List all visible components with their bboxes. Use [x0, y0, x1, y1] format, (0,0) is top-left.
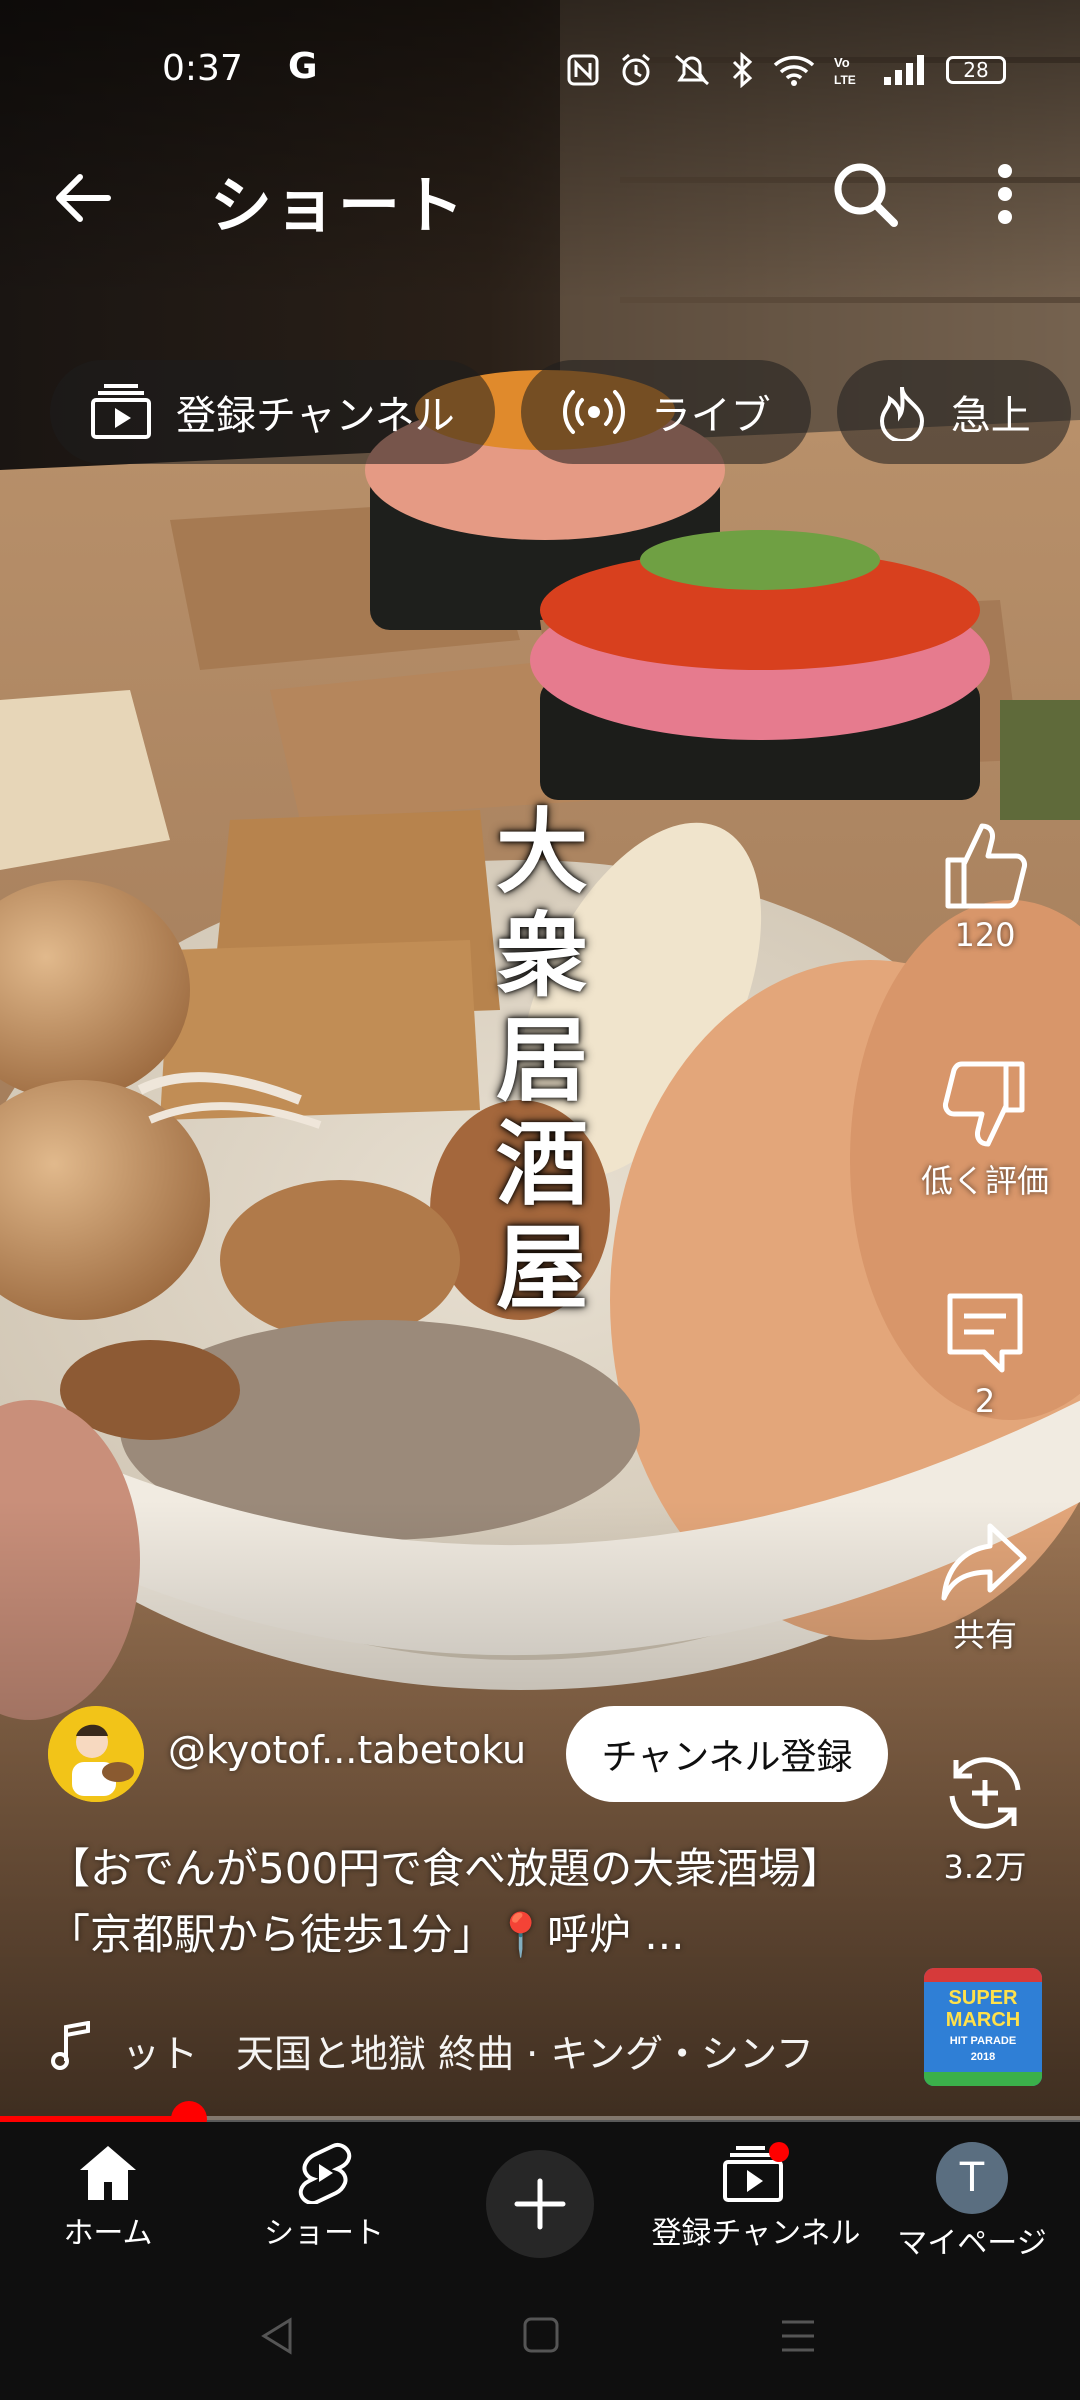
subscriptions-icon: [91, 384, 151, 439]
chip-label: ライブ: [650, 393, 771, 439]
chip-subscriptions[interactable]: 登録チャンネル: [50, 360, 495, 464]
signal-icon: [882, 53, 928, 87]
remix-button[interactable]: 3.2万: [900, 1750, 1070, 1888]
music-row[interactable]: ット 天国と地獄 終曲 · キング・シンフ: [50, 2020, 900, 2080]
bottom-navigation: ホーム ショート 登録チャンネル T マイページ: [0, 2122, 1080, 2272]
bluetooth-icon: [730, 52, 754, 88]
chip-label: 登録チャンネル: [176, 393, 455, 439]
video-overlay-title: 大 衆 居 酒 屋: [482, 800, 602, 1320]
subscriptions-icon: [723, 2142, 789, 2202]
live-icon: [562, 390, 625, 434]
nav-shorts[interactable]: ショート: [216, 2142, 432, 2252]
battery-icon: 28: [946, 56, 1006, 84]
alarm-icon: [618, 52, 654, 88]
overlay-char: 酒: [495, 1110, 588, 1218]
thumbs-up-icon: [945, 823, 1027, 909]
overlay-char: 大: [495, 798, 588, 906]
dislike-button[interactable]: 低く評価: [900, 1060, 1070, 1202]
nav-label: 登録チャンネル: [651, 2216, 861, 2251]
thumbnail-line: HIT PARADE: [950, 2035, 1016, 2047]
share-icon: [941, 1523, 1027, 1601]
comment-icon: [947, 1293, 1023, 1373]
thumbs-down-icon: [943, 1061, 1025, 1147]
create-button[interactable]: [486, 2150, 594, 2258]
dislike-label: 低く評価: [920, 1162, 1049, 1200]
search-icon[interactable]: [830, 159, 900, 229]
svg-text:Vo: Vo: [834, 55, 850, 70]
channel-handle[interactable]: @kyotof...tabetoku: [168, 1728, 526, 1772]
nav-subscriptions[interactable]: 登録チャンネル: [648, 2142, 864, 2252]
avatar-icon: T: [936, 2142, 1008, 2214]
nav-my-page[interactable]: T マイページ: [864, 2142, 1080, 2262]
home-icon: [80, 2146, 136, 2200]
remix-count: 3.2万: [943, 1848, 1027, 1886]
trending-icon: [879, 386, 924, 441]
create-plus-icon: [514, 2178, 566, 2230]
chip-trending[interactable]: 急上: [836, 360, 1071, 464]
nav-label: マイページ: [897, 2226, 1047, 2261]
share-button[interactable]: 共有: [900, 1520, 1070, 1656]
nfc-icon: [566, 53, 600, 87]
overlay-char: 居: [495, 1006, 588, 1114]
thumbnail-line: 2018: [971, 2051, 995, 2063]
like-count: 120: [954, 916, 1016, 954]
wifi-icon: [772, 53, 816, 87]
status-bar: 0:37 G Vo LTE 28: [0, 0, 1080, 145]
system-navigation: [0, 2272, 1080, 2400]
music-note-icon: [50, 2020, 94, 2080]
nav-label: ショート: [264, 2216, 384, 2251]
video-description[interactable]: 【おでんが500円で食べ放題の大衆酒場】「京都駅から徒歩1分」📍呼炉 ...: [48, 1836, 878, 1968]
channel-avatar[interactable]: [48, 1706, 144, 1802]
filter-chips: 登録チャンネル ライブ 急上: [50, 360, 1071, 464]
mute-icon: [672, 52, 712, 88]
page-title: ショート: [210, 169, 467, 242]
chip-label: 急上: [950, 393, 1031, 439]
thumbnail-line: SUPER: [949, 1987, 1018, 2009]
remix-icon: [949, 1757, 1021, 1829]
nav-home[interactable]: ホーム: [0, 2142, 216, 2252]
like-button[interactable]: 120: [900, 820, 1070, 954]
volte-icon: Vo LTE: [834, 53, 864, 87]
system-home-icon[interactable]: [522, 2316, 560, 2354]
system-back-icon[interactable]: [258, 2316, 298, 2356]
status-time: 0:37: [162, 48, 243, 89]
comment-count: 2: [974, 1382, 996, 1420]
music-title: ット 天国と地獄 終曲 · キング・シンフ: [122, 2031, 815, 2076]
svg-text:LTE: LTE: [834, 73, 856, 87]
notification-dot: [769, 2142, 789, 2162]
back-arrow-icon[interactable]: [50, 165, 116, 231]
nav-label: ホーム: [63, 2216, 153, 2251]
music-thumbnail[interactable]: SUPER MARCH HIT PARADE 2018: [924, 1968, 1042, 2086]
overlay-char: 衆: [495, 902, 588, 1010]
more-vert-icon[interactable]: [985, 159, 1025, 229]
top-app-bar: ショート: [0, 145, 1080, 245]
chip-live[interactable]: ライブ: [520, 360, 811, 464]
subscribe-button[interactable]: チャンネル登録: [566, 1706, 888, 1802]
share-label: 共有: [952, 1616, 1017, 1654]
shorts-icon: [298, 2143, 352, 2204]
thumbnail-line: MARCH: [946, 2009, 1020, 2031]
system-menu-icon[interactable]: [778, 2316, 818, 2356]
comments-button[interactable]: 2: [900, 1290, 1070, 1420]
google-icon: G: [288, 46, 318, 87]
overlay-char: 屋: [495, 1214, 588, 1322]
